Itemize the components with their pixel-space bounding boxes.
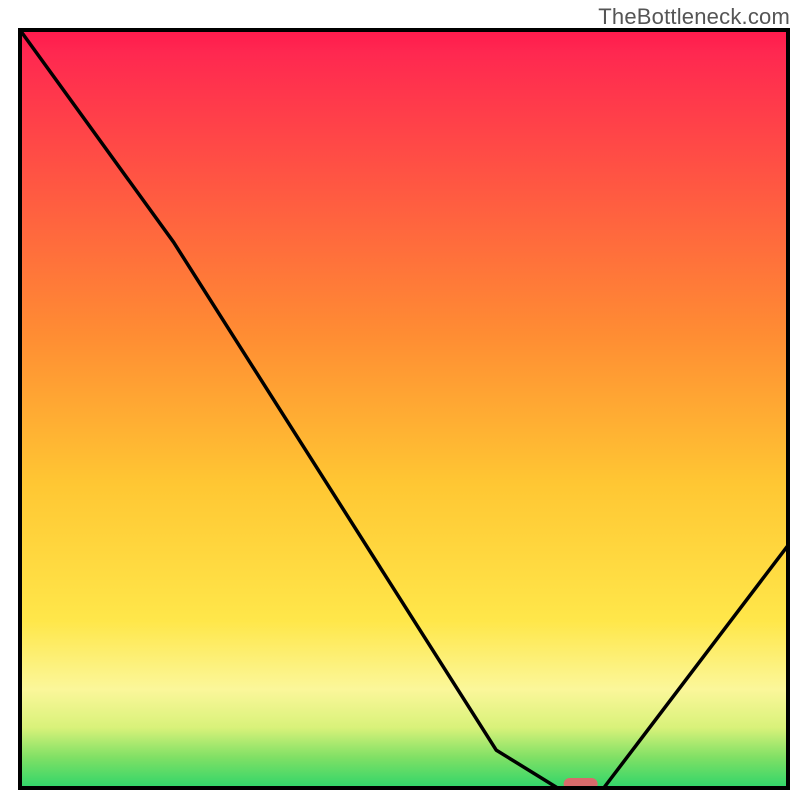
plot-background	[20, 30, 788, 788]
bottleneck-chart	[0, 0, 800, 800]
chart-container: TheBottleneck.com	[0, 0, 800, 800]
watermark-text: TheBottleneck.com	[598, 4, 790, 30]
